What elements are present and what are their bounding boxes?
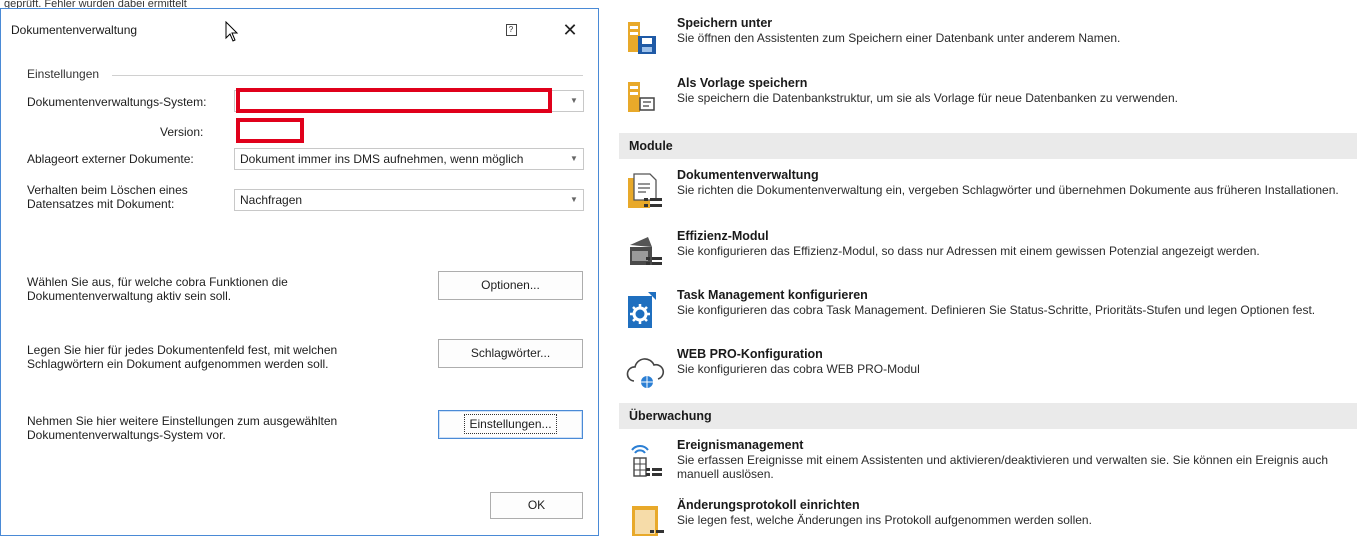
document-management-icon xyxy=(626,170,666,210)
entry-title: Effizienz-Modul xyxy=(677,229,769,243)
settings-button[interactable]: Einstellungen... xyxy=(438,410,583,439)
close-icon: ✕ xyxy=(562,20,578,40)
dialog-title: Dokumentenverwaltung xyxy=(11,23,138,37)
options-button[interactable]: Optionen... xyxy=(438,271,583,300)
cloud-globe-icon xyxy=(626,349,666,389)
entry-title: Speichern unter xyxy=(677,16,773,30)
keywords-button-label: Schlagwörter... xyxy=(470,346,551,360)
entry-efficiency-module[interactable]: Effizienz-Modul Sie konfigurieren das Ef… xyxy=(626,229,1357,269)
section-header-module: Module xyxy=(619,133,1357,159)
status-text: geprüft. Fehler wurden dabei ermittelt xyxy=(4,0,187,8)
entry-description: Sie richten die Dokumentenverwaltung ein… xyxy=(677,183,1339,197)
template-icon xyxy=(626,78,666,118)
save-as-icon xyxy=(626,18,666,58)
entry-task-management[interactable]: Task Management konfigurieren Sie konfig… xyxy=(626,288,1357,338)
document-management-dialog: Dokumentenverwaltung ? ✕ Einstellungen D… xyxy=(0,8,599,536)
keywords-button[interactable]: Schlagwörter... xyxy=(438,339,583,368)
event-icon xyxy=(626,440,666,480)
entry-description: Sie speichern die Datenbankstruktur, um … xyxy=(677,91,1178,105)
entry-save-template[interactable]: Als Vorlage speichern Sie speichern die … xyxy=(626,76,1357,116)
chevron-down-icon[interactable]: ▼ xyxy=(565,91,583,111)
entry-title: WEB PRO-Konfiguration xyxy=(677,347,823,361)
keywords-description: Legen Sie hier für jedes Dokumentenfeld … xyxy=(27,343,338,371)
group-divider xyxy=(112,75,583,76)
entry-title: Task Management konfigurieren xyxy=(677,288,868,302)
settings-description: Nehmen Sie hier weitere Einstellungen zu… xyxy=(27,414,338,442)
options-button-label: Optionen... xyxy=(481,278,540,292)
storage-location-select[interactable]: Dokument immer ins DMS aufnehmen, wenn m… xyxy=(234,148,584,170)
help-icon: ? xyxy=(505,24,517,36)
entry-title: Änderungsprotokoll einrichten xyxy=(677,498,860,512)
entry-description: Sie konfigurieren das cobra WEB PRO-Modu… xyxy=(677,362,920,376)
entry-web-pro[interactable]: WEB PRO-Konfiguration Sie konfigurieren … xyxy=(626,347,1357,389)
entry-description: Sie konfigurieren das cobra Task Managem… xyxy=(677,303,1316,317)
changelog-icon xyxy=(626,500,666,536)
settings-button-label: Einstellungen... xyxy=(464,414,557,434)
version-value-redaction[interactable] xyxy=(236,118,304,143)
entry-description: Sie legen fest, welche Änderungen ins Pr… xyxy=(677,513,1092,527)
close-button[interactable]: ✕ xyxy=(557,18,583,42)
redaction-box xyxy=(236,88,552,113)
entry-title: Als Vorlage speichern xyxy=(677,76,808,90)
storage-location-label: Ablageort externer Dokumente: xyxy=(27,152,194,166)
entry-event-management[interactable]: Ereignismanagement Sie erfassen Ereignis… xyxy=(626,438,1357,488)
efficiency-icon xyxy=(626,231,666,271)
entry-save-as[interactable]: Speichern unter Sie öffnen den Assistent… xyxy=(626,16,1357,56)
entry-title: Dokumentenverwaltung xyxy=(677,168,819,182)
entry-title: Ereignismanagement xyxy=(677,438,804,452)
entry-change-log[interactable]: Änderungsprotokoll einrichten Sie legen … xyxy=(626,498,1357,536)
entry-description: Sie konfigurieren das Effizienz-Modul, s… xyxy=(677,244,1260,258)
entry-document-management[interactable]: Dokumentenverwaltung Sie richten die Dok… xyxy=(626,168,1357,218)
task-gear-icon xyxy=(626,290,666,330)
entry-description: Sie öffnen den Assistenten zum Speichern… xyxy=(677,31,1121,45)
help-button[interactable]: ? xyxy=(500,19,522,41)
version-label: Version: xyxy=(160,125,204,139)
entry-description: Sie erfassen Ereignisse mit einem Assist… xyxy=(677,453,1329,481)
dms-label: Dokumentenverwaltungs-System: xyxy=(27,95,207,109)
chevron-down-icon[interactable]: ▼ xyxy=(565,190,583,210)
options-description: Wählen Sie aus, für welche cobra Funktio… xyxy=(27,275,288,303)
delete-behavior-select[interactable]: Nachfragen ▼ xyxy=(234,189,584,211)
delete-behavior-label: Verhalten beim Löschen eines Datensatzes… xyxy=(27,183,188,211)
mouse-cursor-icon xyxy=(225,20,239,46)
storage-location-value: Dokument immer ins DMS aufnehmen, wenn m… xyxy=(240,152,524,166)
ok-button-label: OK xyxy=(527,498,546,512)
delete-behavior-value: Nachfragen xyxy=(240,193,303,207)
settings-group-label: Einstellungen xyxy=(27,67,100,81)
section-header-monitoring: Überwachung xyxy=(619,403,1357,429)
ok-button[interactable]: OK xyxy=(490,492,583,519)
chevron-down-icon[interactable]: ▼ xyxy=(565,149,583,169)
